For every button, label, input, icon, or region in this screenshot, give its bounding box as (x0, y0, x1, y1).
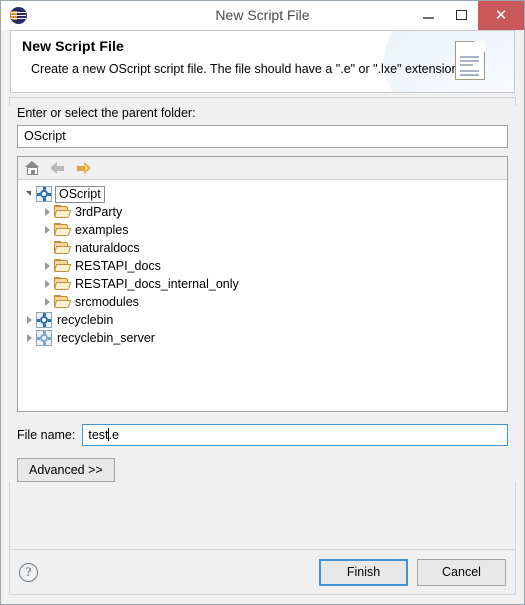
help-icon[interactable]: ? (19, 563, 38, 582)
tree-item-label: recyclebin_server (57, 331, 155, 345)
expand-twisty-icon[interactable] (22, 329, 36, 347)
filename-value-after-caret: .e (108, 428, 119, 442)
folder-icon (53, 295, 72, 309)
tree-item-label: RESTAPI_docs (75, 259, 161, 273)
project-icon (36, 186, 52, 202)
new-script-file-dialog: New Script File ✕ New Script File Create… (0, 0, 525, 605)
expand-twisty-icon[interactable] (40, 275, 54, 293)
filename-label: File name: (17, 428, 76, 442)
tree-item-examples[interactable]: examples (18, 221, 507, 239)
close-icon: ✕ (494, 6, 508, 24)
tree-item-label: naturaldocs (75, 241, 140, 255)
folder-icon (53, 205, 72, 219)
tree-item-label: examples (75, 223, 129, 237)
tree-item-oscript[interactable]: OScript (18, 185, 507, 203)
tree-item-restapi-docs[interactable]: RESTAPI_docs (18, 257, 507, 275)
tree-toolbar (18, 157, 507, 180)
tree-item-label: RESTAPI_docs_internal_only (75, 277, 239, 291)
title-bar: New Script File ✕ (1, 1, 524, 30)
filename-row: File name: test.e (17, 424, 508, 446)
new-document-icon (455, 41, 485, 80)
minimize-button[interactable] (412, 1, 445, 30)
tree-item-label: srcmodules (75, 295, 139, 309)
expand-twisty-icon[interactable] (40, 203, 54, 221)
window-controls: ✕ (412, 1, 524, 30)
close-button[interactable]: ✕ (478, 1, 524, 30)
advanced-button[interactable]: Advanced >> (17, 458, 115, 482)
project-closed-icon (36, 330, 52, 346)
maximize-button[interactable] (445, 1, 478, 30)
tree-item-label: 3rdParty (75, 205, 123, 219)
filename-input[interactable]: test.e (82, 424, 508, 446)
folder-tree-panel: OScript 3rdParty examples naturaldocs RE… (17, 156, 508, 412)
opentext-logo-icon (10, 6, 27, 24)
forward-arrow-icon[interactable] (76, 160, 93, 176)
dialog-footer: ? Finish Cancel (10, 550, 515, 595)
minimize-icon (423, 17, 434, 19)
tree-list: OScript 3rdParty examples naturaldocs RE… (18, 180, 507, 347)
parent-folder-label: Enter or select the parent folder: (17, 106, 196, 120)
tree-item-recyclebin-server[interactable]: recyclebin_server (18, 329, 507, 347)
home-icon[interactable] (24, 160, 41, 176)
folder-icon (53, 223, 72, 237)
expand-twisty-icon[interactable] (40, 293, 54, 311)
cancel-button[interactable]: Cancel (417, 559, 506, 586)
back-arrow-icon[interactable] (50, 160, 67, 176)
dialog-body: Enter or select the parent folder: OScri… (1, 106, 524, 482)
tree-item-3rdparty[interactable]: 3rdParty (18, 203, 507, 221)
folder-icon (53, 241, 72, 255)
expand-twisty-placeholder (40, 239, 54, 257)
expand-twisty-icon[interactable] (22, 185, 36, 203)
tree-item-restapi-docs-internal-only[interactable]: RESTAPI_docs_internal_only (18, 275, 507, 293)
project-icon (36, 312, 52, 328)
tree-item-naturaldocs[interactable]: naturaldocs (18, 239, 507, 257)
parent-folder-input[interactable]: OScript (17, 125, 508, 148)
footer-buttons: Finish Cancel (319, 559, 506, 586)
header-title: New Script File (22, 38, 124, 54)
expand-twisty-icon[interactable] (40, 257, 54, 275)
filename-value-before-caret: test (88, 428, 109, 442)
tree-item-label: OScript (55, 185, 105, 203)
maximize-icon (456, 10, 467, 20)
folder-icon (53, 277, 72, 291)
tree-item-recyclebin[interactable]: recyclebin (18, 311, 507, 329)
dialog-header: New Script File Create a new OScript scr… (10, 30, 515, 93)
finish-button[interactable]: Finish (319, 559, 408, 586)
folder-icon (53, 259, 72, 273)
tree-item-label: recyclebin (57, 313, 114, 327)
tree-item-srcmodules[interactable]: srcmodules (18, 293, 507, 311)
expand-twisty-icon[interactable] (22, 311, 36, 329)
header-description: Create a new OScript script file. The fi… (31, 62, 462, 76)
expand-twisty-icon[interactable] (40, 221, 54, 239)
